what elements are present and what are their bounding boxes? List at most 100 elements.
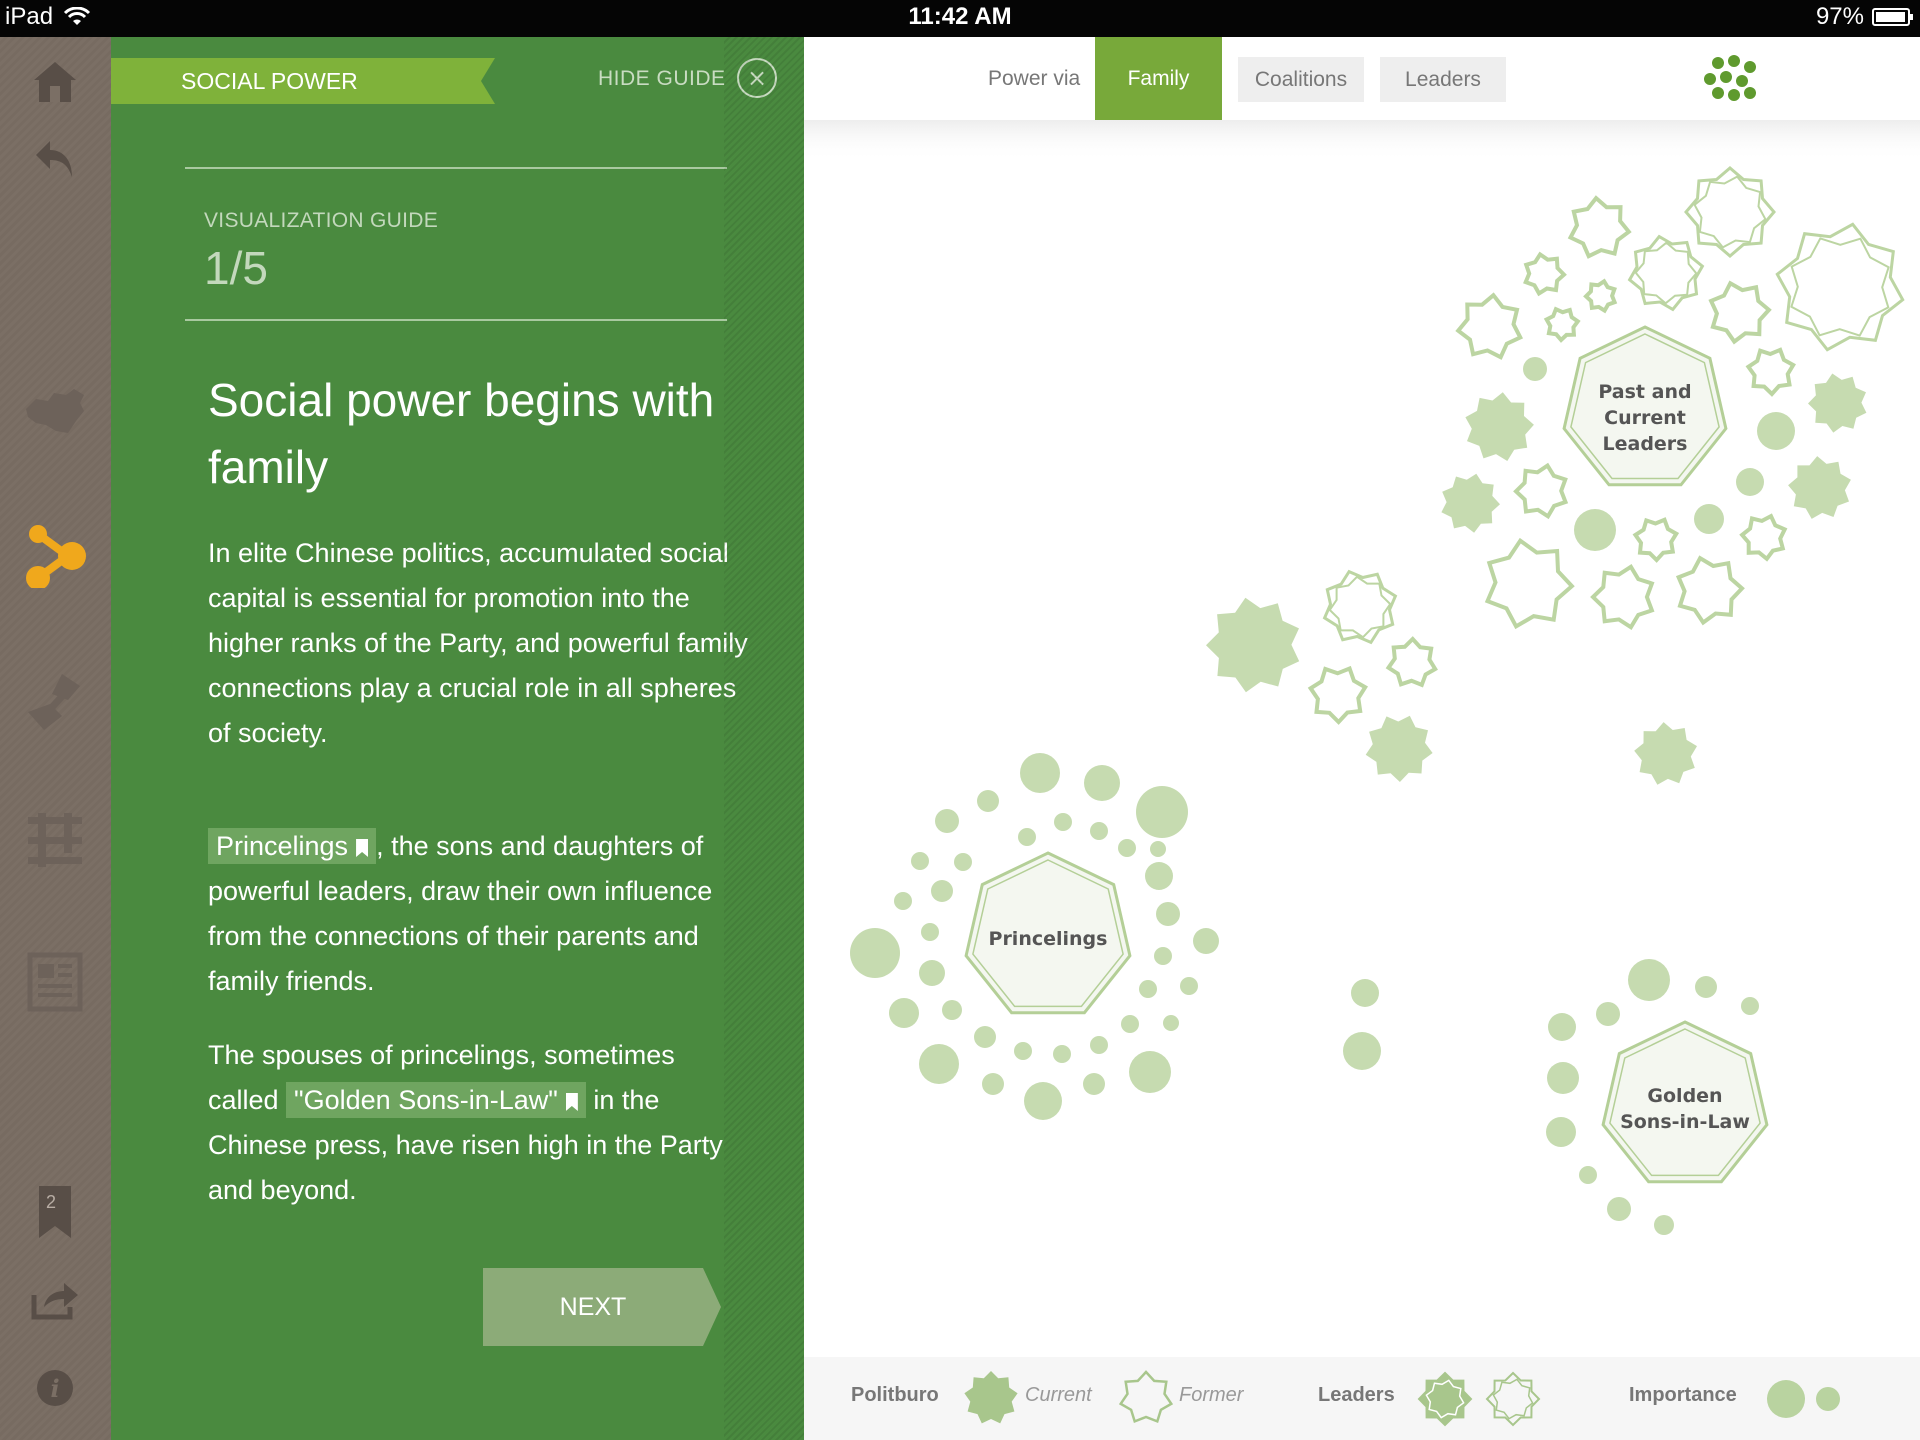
- network-node[interactable]: [1121, 1015, 1139, 1033]
- network-node[interactable]: [1053, 1045, 1071, 1063]
- network-node[interactable]: [1634, 241, 1698, 305]
- articles-icon[interactable]: [20, 947, 90, 1017]
- home-icon[interactable]: [20, 47, 90, 117]
- network-node[interactable]: [1634, 722, 1697, 785]
- next-button[interactable]: NEXT: [483, 1268, 721, 1346]
- network-node[interactable]: [1206, 597, 1300, 693]
- network-node[interactable]: [1775, 222, 1905, 352]
- network-node[interactable]: [1543, 306, 1581, 343]
- network-node[interactable]: [1343, 1032, 1381, 1070]
- info-icon[interactable]: i: [20, 1353, 90, 1423]
- network-node[interactable]: [1808, 373, 1867, 433]
- network-node[interactable]: [1745, 347, 1796, 397]
- network-node[interactable]: [889, 998, 919, 1028]
- network-node[interactable]: [954, 853, 972, 871]
- network-node[interactable]: [1180, 977, 1198, 995]
- network-node[interactable]: [1548, 1013, 1576, 1041]
- hide-guide-button[interactable]: HIDE GUIDE: [598, 67, 726, 91]
- network-node[interactable]: [919, 1044, 959, 1084]
- network-node[interactable]: [1736, 468, 1764, 496]
- network-node[interactable]: [1018, 828, 1036, 846]
- share-icon[interactable]: [20, 1265, 90, 1335]
- network-node[interactable]: [1118, 839, 1136, 857]
- timeline-icon[interactable]: [20, 805, 90, 875]
- tab-leaders[interactable]: Leaders: [1380, 57, 1506, 102]
- network-node[interactable]: [1632, 517, 1680, 563]
- network-node[interactable]: [1465, 392, 1534, 461]
- network-node[interactable]: [1083, 1073, 1105, 1095]
- social-network-icon[interactable]: [20, 521, 90, 591]
- connections-icon[interactable]: [20, 667, 90, 737]
- network-node[interactable]: [1129, 1051, 1171, 1093]
- network-node[interactable]: [1523, 357, 1547, 381]
- tab-coalitions[interactable]: Coalitions: [1238, 57, 1364, 102]
- bookmarks-icon[interactable]: 2: [20, 1177, 90, 1247]
- network-node[interactable]: [1590, 563, 1655, 631]
- network-node[interactable]: [919, 960, 945, 986]
- network-node[interactable]: [1547, 1062, 1579, 1094]
- network-node[interactable]: [1441, 473, 1500, 533]
- network-node[interactable]: [1654, 1215, 1674, 1235]
- hub-princelings[interactable]: Princelings: [964, 851, 1132, 1015]
- network-node[interactable]: [1628, 959, 1670, 1001]
- network-node[interactable]: [1583, 278, 1618, 314]
- network-node[interactable]: [1014, 1042, 1032, 1060]
- network-node[interactable]: [894, 892, 912, 910]
- network-node[interactable]: [1790, 237, 1890, 337]
- network-node[interactable]: [1675, 555, 1745, 626]
- network-node[interactable]: [1163, 1015, 1179, 1031]
- network-node[interactable]: [1090, 1036, 1108, 1054]
- network-node[interactable]: [1154, 947, 1172, 965]
- hub-golden-sons-in-law[interactable]: Golden Sons-in-Law: [1601, 1020, 1769, 1184]
- network-node[interactable]: [1024, 1082, 1062, 1120]
- network-node[interactable]: [1020, 753, 1060, 793]
- network-node[interactable]: [1090, 822, 1108, 840]
- network-node[interactable]: [1607, 1197, 1631, 1221]
- network-node[interactable]: [982, 1073, 1004, 1095]
- network-node[interactable]: [931, 880, 953, 902]
- app-logo-icon[interactable]: [1704, 55, 1760, 107]
- network-node[interactable]: [1484, 537, 1575, 630]
- network-node[interactable]: [850, 928, 900, 978]
- network-node[interactable]: [1513, 462, 1569, 520]
- network-node[interactable]: [1193, 928, 1219, 954]
- network-node[interactable]: [1054, 813, 1072, 831]
- network-node[interactable]: [1579, 1166, 1597, 1184]
- network-node[interactable]: [1757, 412, 1795, 450]
- network-node[interactable]: [977, 790, 999, 812]
- network-node[interactable]: [1365, 715, 1433, 782]
- network-node[interactable]: [1627, 234, 1705, 312]
- network-node[interactable]: [1145, 862, 1173, 890]
- network-node[interactable]: [1139, 980, 1157, 998]
- network-node[interactable]: [974, 1026, 996, 1048]
- network-node[interactable]: [942, 1000, 962, 1020]
- network-node[interactable]: [921, 923, 939, 941]
- network-node[interactable]: [1567, 195, 1632, 259]
- tab-family[interactable]: Family: [1095, 37, 1222, 120]
- network-node[interactable]: [1788, 456, 1851, 519]
- network-node[interactable]: [1574, 509, 1616, 551]
- china-map-icon[interactable]: [20, 377, 90, 447]
- network-node[interactable]: [1084, 765, 1120, 801]
- network-node[interactable]: [1739, 513, 1788, 562]
- hub-past-current-leaders[interactable]: Past and Current Leaders: [1562, 325, 1728, 487]
- network-node[interactable]: [935, 809, 959, 833]
- network-node[interactable]: [1546, 1117, 1576, 1147]
- network-node[interactable]: [1322, 569, 1398, 645]
- network-node[interactable]: [1708, 280, 1772, 345]
- network-node[interactable]: [1455, 292, 1524, 360]
- network-node[interactable]: [911, 852, 929, 870]
- close-guide-icon[interactable]: ×: [737, 58, 777, 98]
- network-node[interactable]: [1741, 997, 1759, 1015]
- network-node[interactable]: [1351, 979, 1379, 1007]
- network-node[interactable]: [1136, 786, 1188, 838]
- back-icon[interactable]: [20, 124, 90, 194]
- network-node[interactable]: [1695, 976, 1717, 998]
- network-node[interactable]: [1693, 175, 1767, 249]
- network-node[interactable]: [1523, 251, 1567, 297]
- network-node[interactable]: [1307, 665, 1369, 725]
- network-node[interactable]: [1156, 902, 1180, 926]
- network-node[interactable]: [1385, 636, 1438, 688]
- network-node[interactable]: [1694, 504, 1724, 534]
- network-node[interactable]: [1150, 841, 1166, 857]
